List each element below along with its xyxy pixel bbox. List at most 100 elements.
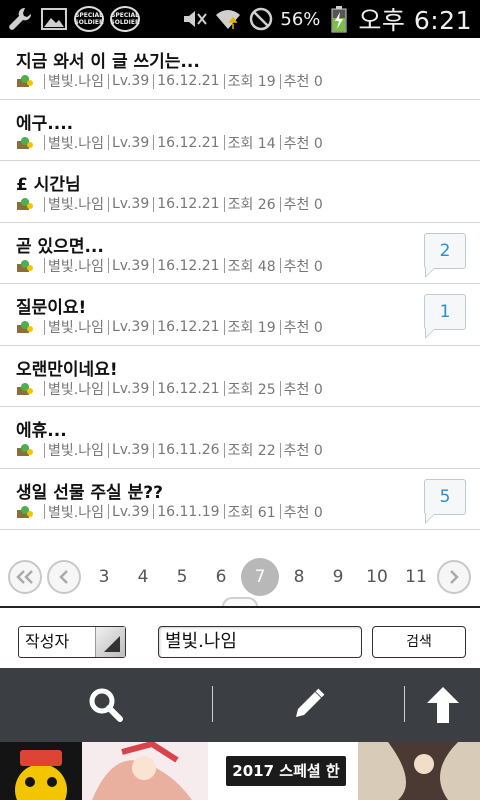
post-title: 오랜만이네요!: [16, 359, 118, 380]
post-author: 별빛.나임: [48, 504, 104, 521]
meta-separator: [153, 196, 155, 212]
special-soldier-icon: SPECIAL SOLDIER: [74, 6, 104, 32]
ad-banner[interactable]: 2017 스페셜 한정판: [0, 742, 480, 800]
next-page-button[interactable]: [437, 560, 471, 594]
scroll-top-button[interactable]: [405, 668, 480, 742]
chevron-left-icon: [59, 570, 68, 584]
post-row[interactable]: 생일 선물 주실 분?? 별빛.나임 Lv.39 16.11.19 조회 61 추천 0 5: [0, 468, 480, 530]
level-icon: [17, 505, 33, 518]
search-field-value: 작성자: [25, 632, 70, 651]
no-sim-icon: [247, 7, 275, 31]
post-recommend: 추천 0: [283, 320, 323, 336]
comment-count-badge[interactable]: 1: [424, 294, 466, 339]
battery-charging-icon: [325, 6, 353, 33]
post-row[interactable]: 곧 있으면... 별빛.나임 Lv.39 16.12.21 조회 48 추천 0 2: [0, 222, 480, 284]
search-button[interactable]: 검색: [372, 626, 466, 658]
post-author: 별빛.나임: [48, 197, 104, 213]
pencil-icon: [296, 688, 325, 717]
post-author: 별빛.나임: [48, 135, 104, 152]
post-date: 16.12.21: [157, 196, 220, 212]
meta-separator: [44, 196, 45, 212]
page-number[interactable]: 11: [397, 556, 435, 598]
level-icon: [17, 444, 33, 456]
meta-separator: [153, 442, 155, 458]
write-button[interactable]: [213, 668, 403, 742]
chevron-right-icon: [450, 570, 459, 584]
post-title: 생일 선물 주실 분??: [16, 482, 163, 503]
comment-count-badge[interactable]: 2: [424, 232, 466, 278]
post-row[interactable]: 질문이요! 별빛.나임 Lv.39 16.12.21 조회 19 추천 0 1: [0, 284, 480, 346]
ad-promo-text: 2017 스페셜 한정판: [226, 756, 346, 800]
meta-separator: [223, 381, 225, 396]
comment-count-badge[interactable]: 5: [424, 478, 466, 524]
page-number[interactable]: 5: [163, 556, 201, 598]
post-meta: 별빛.나임 Lv.39 16.12.21 조회 19 추천 0: [16, 72, 323, 90]
meta-separator: [44, 319, 45, 335]
post-title: 질문이요!: [16, 298, 87, 318]
page-number[interactable]: 6: [202, 556, 240, 598]
meta-separator: [107, 258, 109, 273]
status-bar: SPECIAL SOLDIER SPECIAL SOLDIER 56% 오후 6…: [0, 0, 480, 38]
meta-separator: [279, 442, 281, 458]
meta-separator: [44, 135, 45, 150]
meta-separator: [279, 381, 281, 396]
post-list: 지금 와서 이 글 쓰기는... 별빛.나임 Lv.39 16.12.21 조회 19 추…: [0, 38, 480, 530]
meta-separator: [153, 258, 155, 273]
notification-icons: SPECIAL SOLDIER SPECIAL SOLDIER: [6, 5, 140, 33]
level-icon: [17, 259, 33, 272]
post-row[interactable]: 에구.... 별빛.나임 Lv.39 16.12.21 조회 14 추천 0: [0, 99, 480, 161]
post-row[interactable]: 오랜만이네요! 별빛.나임 Lv.39 16.12.21 조회 25 추천 0: [0, 345, 480, 407]
post-date: 16.12.21: [157, 319, 220, 335]
page-number[interactable]: 9: [319, 556, 357, 598]
post-date: 16.12.21: [157, 134, 220, 151]
post-recommend: 추천 0: [283, 381, 323, 398]
post-views: 조회 25: [227, 381, 276, 398]
first-page-button[interactable]: [8, 560, 42, 594]
page-number[interactable]: 10: [358, 556, 396, 598]
post-title: 에구....: [16, 113, 74, 134]
post-level: Lv.39: [111, 442, 150, 458]
post-author: 별빛.나임: [48, 74, 104, 90]
post-row[interactable]: 에휴... 별빛.나임 Lv.39 16.11.26 조회 22 추천 0: [0, 407, 480, 469]
meta-separator: [223, 442, 225, 458]
meta-separator: [223, 504, 225, 519]
post-date: 16.12.21: [157, 380, 220, 397]
post-level: Lv.39: [111, 380, 150, 397]
post-level: Lv.39: [111, 134, 150, 151]
speech-bubble-tail: [426, 329, 434, 337]
page-number[interactable]: 3: [85, 556, 123, 598]
page-number-current[interactable]: 7: [241, 558, 279, 596]
comment-count: 2: [439, 240, 451, 261]
search-field-select[interactable]: 작성자: [18, 626, 126, 658]
post-meta: 별빛.나임 Lv.39 16.12.21 조회 26 추천 0: [16, 195, 323, 213]
post-title: 곧 있으면...: [16, 236, 104, 257]
meta-separator: [223, 258, 225, 273]
post-meta: 별빛.나임 Lv.39 16.11.26 조회 22 추천 0: [16, 441, 323, 459]
post-views: 조회 26: [227, 197, 276, 213]
post-recommend: 추천 0: [283, 443, 323, 459]
post-row[interactable]: 지금 와서 이 글 쓰기는... 별빛.나임 Lv.39 16.12.21 조회 19 추…: [0, 38, 480, 100]
prev-page-button[interactable]: [47, 560, 81, 594]
page-number[interactable]: 4: [124, 556, 162, 598]
post-author: 별빛.나임: [48, 381, 104, 398]
meta-separator: [153, 381, 155, 396]
post-views: 조회 48: [227, 258, 276, 275]
post-recommend: 추천 0: [283, 258, 323, 275]
meta-separator: [107, 381, 109, 396]
post-row[interactable]: £ 시간님 별빛.나임 Lv.39 16.12.21 조회 26 추천 0: [0, 161, 480, 223]
meta-separator: [279, 258, 281, 273]
special-soldier-icon: SPECIAL SOLDIER: [110, 6, 140, 32]
meta-separator: [279, 196, 281, 212]
page-number[interactable]: 8: [280, 556, 318, 598]
search-input[interactable]: 별빛.나임: [158, 626, 362, 658]
post-title: 지금 와서 이 글 쓰기는...: [16, 52, 200, 72]
level-icon: [17, 75, 33, 87]
post-views: 조회 22: [227, 443, 276, 459]
speech-bubble-tail: [426, 513, 434, 522]
bottom-toolbar: [0, 668, 480, 742]
post-date: 16.12.21: [157, 73, 220, 89]
search-toolbar-button[interactable]: [0, 668, 212, 742]
post-date: 16.11.26: [157, 442, 220, 458]
level-icon: [17, 382, 33, 395]
level-icon: [17, 321, 33, 333]
